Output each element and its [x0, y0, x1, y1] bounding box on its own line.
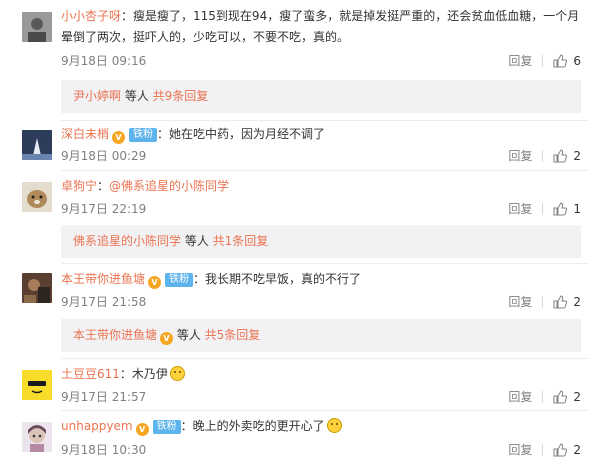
- thumbs-up-icon[interactable]: [553, 149, 568, 167]
- comment-actions: 回复 2: [508, 442, 581, 461]
- comment-text: 木乃伊: [131, 367, 168, 381]
- thumbs-up-icon[interactable]: [553, 443, 568, 461]
- colon: ：: [121, 9, 134, 23]
- sub-reply-user[interactable]: 尹小婷啊: [73, 89, 121, 103]
- comment-content: 深白未梢 V 铁粉 ：她在吃中药，因为月经不调了: [61, 124, 589, 145]
- username-link[interactable]: unhappyem: [61, 419, 133, 433]
- avatar[interactable]: [22, 182, 52, 212]
- comment-actions: 回复 1: [508, 201, 581, 220]
- vip-badge-icon: V: [160, 332, 174, 345]
- emoji-icon: [326, 418, 342, 433]
- divider: [542, 203, 544, 215]
- username-link[interactable]: 小小杏子呀: [61, 9, 121, 23]
- comment-date: 9月18日 09:16: [61, 54, 147, 68]
- username-link[interactable]: 深白未梢: [61, 127, 109, 141]
- reply-button[interactable]: 回复: [508, 149, 532, 163]
- comment-content: 小小杏子呀：瘦是瘦了，115到现在94，瘦了蛮多，就是掉发挺严重的，还会贫血低血…: [61, 6, 589, 48]
- like-count: 2: [573, 390, 581, 404]
- sub-reply-mid: 等人: [121, 89, 153, 103]
- colon: ：: [157, 127, 170, 141]
- like-count: 1: [573, 202, 581, 216]
- divider: [542, 296, 544, 308]
- colon: ：: [119, 367, 132, 381]
- like-count: 2: [573, 443, 581, 457]
- divider: [542, 150, 544, 162]
- divider: [61, 410, 589, 411]
- colon: ：: [180, 419, 193, 433]
- sub-reply-count[interactable]: 共1条回复: [213, 234, 269, 248]
- username-link[interactable]: 本王带你进鱼塘: [61, 272, 145, 286]
- sub-reply-box[interactable]: 本王带你进鱼塘 V 等人 共5条回复: [61, 319, 581, 352]
- like-count: 2: [573, 149, 581, 163]
- vip-badge-icon: V: [112, 131, 126, 144]
- divider: [542, 444, 544, 456]
- mention-link[interactable]: @佛系追星的小陈同学: [109, 179, 229, 193]
- vip-badge-icon: V: [135, 423, 149, 436]
- avatar[interactable]: [22, 370, 52, 400]
- comment-date: 9月18日 00:29: [61, 149, 147, 163]
- colon: ：: [97, 179, 110, 193]
- thumbs-up-icon[interactable]: [553, 54, 568, 72]
- fan-badge: 铁粉: [129, 128, 158, 142]
- fan-badge: 铁粉: [165, 273, 194, 287]
- comment-actions: 回复 2: [508, 148, 581, 167]
- reply-button[interactable]: 回复: [508, 54, 532, 68]
- vip-badge-icon: V: [148, 276, 162, 289]
- reply-button[interactable]: 回复: [508, 443, 532, 457]
- comment-date: 9月17日 22:19: [61, 202, 147, 216]
- sub-reply-mid: 等人: [173, 328, 205, 342]
- username-link[interactable]: 土豆豆611: [61, 367, 120, 381]
- comment-text: 晚上的外卖吃的更开心了: [192, 419, 325, 433]
- reply-button[interactable]: 回复: [508, 390, 532, 404]
- comment-actions: 回复 2: [508, 294, 581, 313]
- like-count: 2: [573, 295, 581, 309]
- divider: [61, 120, 589, 121]
- thumbs-up-icon[interactable]: [553, 295, 568, 313]
- thumbs-up-icon[interactable]: [553, 202, 568, 220]
- comment-content: 土豆豆611：木乃伊: [61, 364, 589, 385]
- sub-reply-box[interactable]: 尹小婷啊 等人 共9条回复: [61, 80, 581, 113]
- reply-button[interactable]: 回复: [508, 202, 532, 216]
- comment-date: 9月18日 10:30: [61, 443, 147, 457]
- comment-content: 卓狗宁：@佛系追星的小陈同学: [61, 176, 589, 197]
- comment-actions: 回复 6: [508, 53, 581, 72]
- divider: [542, 391, 544, 403]
- avatar[interactable]: [22, 130, 52, 160]
- comment-content: 本王带你进鱼塘 V 铁粉 ：我长期不吃早饭，真的不行了: [61, 269, 589, 290]
- sub-reply-count[interactable]: 共5条回复: [205, 328, 261, 342]
- comment-text: 瘦是瘦了，115到现在94，瘦了蛮多，就是掉发挺严重的，还会贫血低血糖，一个月晕…: [61, 9, 580, 44]
- sub-reply-user[interactable]: 本王带你进鱼塘: [73, 328, 157, 342]
- sub-reply-user[interactable]: 佛系追星的小陈同学: [73, 234, 181, 248]
- sub-reply-mid: 等人: [181, 234, 213, 248]
- divider: [61, 263, 589, 264]
- comment-actions: 回复 2: [508, 389, 581, 408]
- divider: [542, 55, 544, 67]
- comment-date: 9月17日 21:57: [61, 390, 147, 404]
- comment-date: 9月17日 21:58: [61, 295, 147, 309]
- comment-text: 我长期不吃早饭，真的不行了: [205, 272, 362, 286]
- fan-badge: 铁粉: [152, 420, 181, 434]
- reply-button[interactable]: 回复: [508, 295, 532, 309]
- sub-reply-box[interactable]: 佛系追星的小陈同学 等人 共1条回复: [61, 225, 581, 258]
- divider: [61, 358, 589, 359]
- emoji-icon: [169, 366, 185, 381]
- avatar[interactable]: [22, 273, 52, 303]
- comment-content: unhappyem V 铁粉 ：晚上的外卖吃的更开心了: [61, 416, 589, 437]
- like-count: 6: [573, 54, 581, 68]
- avatar[interactable]: [22, 12, 52, 42]
- colon: ：: [193, 272, 206, 286]
- sub-reply-count[interactable]: 共9条回复: [153, 89, 209, 103]
- avatar[interactable]: [22, 422, 52, 452]
- username-link[interactable]: 卓狗宁: [61, 179, 97, 193]
- thumbs-up-icon[interactable]: [553, 390, 568, 408]
- divider: [61, 170, 589, 171]
- comment-text: 她在吃中药，因为月经不调了: [169, 127, 326, 141]
